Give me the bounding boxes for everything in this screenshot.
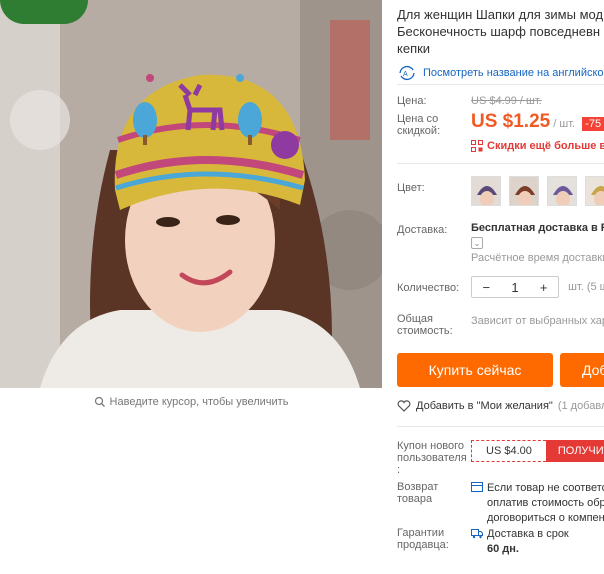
shield-icon [471,482,483,492]
add-to-cart-button[interactable]: Доб [560,353,604,387]
total-value: Зависит от выбранных хар [471,315,604,327]
quantity-available: шт. (5 ш [568,281,604,293]
returns-text-line: договориться о компен [487,512,604,524]
old-price: US $4.99 / шт. [471,95,542,107]
color-swatch[interactable] [509,176,540,206]
price-label: Цена: [397,95,427,107]
discount-price-label-line: Цена со [397,113,439,125]
guarantee-text-line: Доставка в срок [487,528,569,540]
shipping-label: Доставка: [397,224,448,236]
color-swatch[interactable] [547,176,578,206]
zoom-hint: Наведите курсор, чтобы увеличить [0,392,382,412]
quantity-minus-button[interactable]: − [472,280,501,295]
shipping-value: Бесплатная доставка в Ru ⌄ Расчётное вре… [471,222,604,264]
quantity-label: Количество: [397,282,460,294]
guarantee-text: Доставка в срок 60 дн. [471,527,569,557]
store-badge [0,0,88,24]
new-user-coupon-label-line: : [397,464,401,476]
color-row: Цвет: [397,176,604,210]
shipping-estimate: Расчётное время доставки [471,252,604,264]
product-photo-illustration [0,0,382,388]
returns-label: Возврат товара [397,481,467,505]
chevron-down-icon[interactable]: ⌄ [471,237,483,249]
divider [397,84,604,85]
discount-price-label-line: скидкой: [397,125,441,137]
truck-icon [471,529,483,539]
guarantee-label-line: Гарантии [397,527,445,539]
coupon-promo[interactable]: Скидки ещё больше в п [471,140,604,152]
quantity-stepper[interactable]: − 1 + [471,276,559,298]
coupon-amount: US $4.00 [471,440,546,462]
coupon-icon [471,140,483,152]
returns-label-line: Возврат [397,481,439,493]
translate-icon: A [399,65,415,81]
new-user-coupon-label-line: Купон нового [397,440,465,452]
discount-price-label: Цена со скидкой: [397,113,467,137]
new-price: US $1.25 [471,111,551,132]
wishlist-text: Добавить в "Мои желания" [416,400,553,412]
new-user-coupon-label-line: пользователя [397,452,467,464]
quantity-row: Количество: − 1 + шт. (5 ш [397,276,604,300]
new-user-coupon-label: Купон нового пользователя : [397,440,467,476]
svg-text:A: A [403,71,408,78]
product-info-panel: Для женщин Шапки для зимы мод Бесконечно… [397,0,604,574]
guarantee-text-line: 60 дн. [487,543,519,555]
new-user-coupon-row: Купон нового пользователя : US $4.00 ПОЛ… [397,440,604,476]
color-swatch[interactable] [471,176,501,206]
shipping-method[interactable]: Бесплатная доставка в Ru [471,222,604,234]
wishlist-count: (1 добавл [557,400,604,412]
quantity-control: − 1 + шт. (5 ш [471,276,604,298]
get-coupon-button[interactable]: ПОЛУЧИТЬ [545,440,604,462]
divider [397,163,604,164]
coupon-promo-row[interactable]: Скидки ещё больше в п [397,140,604,154]
total-label: Общая стоимость: [397,313,467,337]
heart-icon [397,400,411,412]
returns-text: Если товар не соответст оплатив стоимост… [471,481,604,526]
total-label-line: Общая [397,313,433,325]
returns-text-line: Если товар не соответст [487,482,604,494]
returns-text-line: оплатив стоимость обр [487,497,604,509]
total-label-line: стоимость: [397,325,453,337]
discount-price-value: US $1.25 / шт. -75 [471,111,604,133]
guarantee-label-line: продавца: [397,539,449,551]
per-unit: / шт. [553,118,576,130]
guarantee-label: Гарантии продавца: [397,527,467,551]
coupon-widget[interactable]: US $4.00 ПОЛУЧИТЬ [471,440,604,462]
guarantee-row: Гарантии продавца: Доставка в срок 60 дн… [397,527,604,557]
color-swatches [471,176,604,206]
buy-now-button[interactable]: Купить сейчас [397,353,553,387]
total-row: Общая стоимость: Зависит от выбранных ха… [397,313,604,339]
shipping-row: Доставка: Бесплатная доставка в Ru ⌄ Рас… [397,222,604,268]
discount-price-row: Цена со скидкой: US $1.25 / шт. -75 [397,111,604,139]
quantity-plus-button[interactable]: + [529,280,558,295]
coupon-promo-text: Скидки ещё больше в п [487,140,604,152]
color-swatch[interactable] [585,176,604,206]
zoom-hint-text: Наведите курсор, чтобы увеличить [109,396,289,408]
product-title: Для женщин Шапки для зимы мод Бесконечно… [397,6,604,57]
divider [397,426,604,427]
product-main-image[interactable] [0,0,382,388]
search-icon [94,396,105,407]
product-title-line: Бесконечность шарф повседневн [397,24,601,39]
price-row: Цена: US $4.99 / шт. [397,95,604,109]
product-title-line: Для женщин Шапки для зимы мод [397,7,604,22]
returns-row: Возврат товара Если товар не соответст о… [397,481,604,527]
quantity-input[interactable]: 1 [501,280,530,295]
returns-label-line: товара [397,493,433,505]
new-user-coupon: US $4.00 ПОЛУЧИТЬ [471,440,604,462]
color-label: Цвет: [397,182,425,194]
translate-link[interactable]: A Посмотреть название на английско [397,65,604,81]
translate-link-text: Посмотреть название на английско [423,67,604,79]
product-title-line: кепки [397,41,431,56]
discount-badge: -75 [582,117,604,131]
wishlist-link[interactable]: Добавить в "Мои желания" (1 добавл [397,400,604,412]
